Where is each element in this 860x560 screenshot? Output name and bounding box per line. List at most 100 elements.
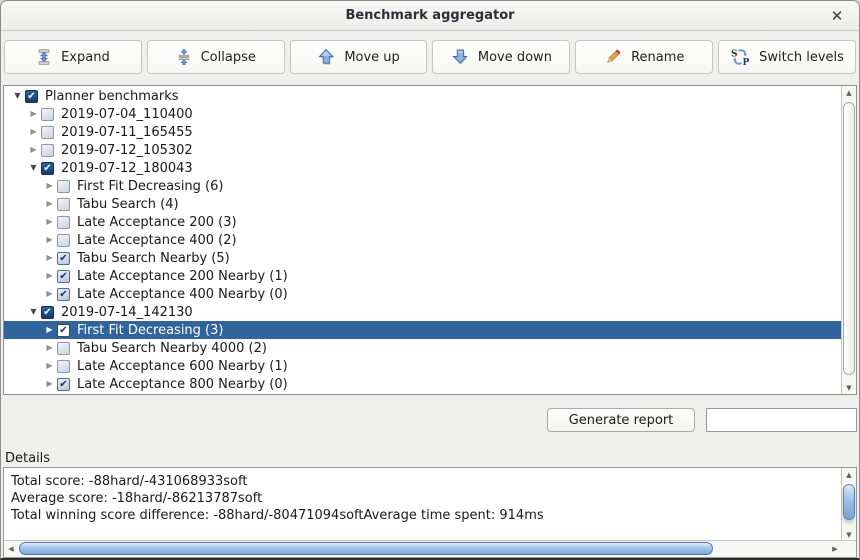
tree-label: Late Acceptance 600 Nearby (1) xyxy=(76,359,288,374)
expander-expanded-icon[interactable]: ▼ xyxy=(26,303,41,321)
tree-checkbox-checked[interactable]: ✔ xyxy=(57,288,70,301)
expander-collapsed-icon[interactable]: ▶ xyxy=(42,249,57,267)
details-hscroll-thumb[interactable] xyxy=(19,542,713,555)
details-vscroll-thumb[interactable] xyxy=(843,484,855,520)
tree-checkbox-unchecked[interactable] xyxy=(57,342,70,355)
tree-label: Late Acceptance 800 Nearby (0) xyxy=(76,377,288,392)
expander-collapsed-icon[interactable]: ▶ xyxy=(42,285,57,303)
tree-label: 2019-07-14_142130 xyxy=(60,305,193,320)
move-up-button-label: Move up xyxy=(344,50,400,65)
details-text: Total score: -88hard/-431068933soft Aver… xyxy=(11,473,834,524)
details-vertical-scrollbar[interactable]: ▲ ▼ xyxy=(841,468,856,541)
expander-collapsed-icon[interactable]: ▶ xyxy=(26,123,41,141)
details-pane: Total score: -88hard/-431068933soft Aver… xyxy=(3,467,857,558)
svg-text:P: P xyxy=(743,58,750,66)
tree-checkbox-unchecked[interactable] xyxy=(41,144,54,157)
tree-row[interactable]: ▶✔ Late Acceptance 200 Nearby (1) xyxy=(4,267,841,285)
tree-row[interactable]: ▶Late Acceptance 200 (3) xyxy=(4,213,841,231)
tree-vertical-scrollbar[interactable]: ▲ ▼ xyxy=(841,86,856,394)
expand-button-label: Expand xyxy=(61,50,110,65)
expander-collapsed-icon[interactable]: ▶ xyxy=(42,321,57,339)
tree-row[interactable]: ▶✔ Late Acceptance 800 Nearby (0) xyxy=(4,375,841,393)
tree-checkbox-checked[interactable]: ✔ xyxy=(57,270,70,283)
tree-checkbox-unchecked[interactable] xyxy=(41,108,54,121)
tree-row[interactable]: ▶✔ First Fit Decreasing (3) xyxy=(4,321,841,339)
switch-levels-button[interactable]: S P Switch levels xyxy=(718,40,856,74)
tree-checkbox-unchecked[interactable] xyxy=(57,216,70,229)
scroll-up-icon[interactable]: ▲ xyxy=(842,86,856,99)
tree-label: First Fit Decreasing (6) xyxy=(76,179,223,194)
rename-button-label: Rename xyxy=(631,50,684,65)
tree-label: Late Acceptance 200 Nearby (1) xyxy=(76,269,288,284)
window-title: Benchmark aggregator xyxy=(345,8,514,23)
tree-checkbox-mixed[interactable]: ✔ xyxy=(25,90,38,103)
tree-label: First Fit Decreasing (3) xyxy=(76,323,223,338)
tree-checkbox-unchecked[interactable] xyxy=(57,198,70,211)
tree-row[interactable]: ▶✔ Late Acceptance 400 Nearby (0) xyxy=(4,285,841,303)
expand-button[interactable]: Expand xyxy=(4,40,142,74)
expander-collapsed-icon[interactable]: ▶ xyxy=(42,339,57,357)
tree-row[interactable]: ▶ 2019-07-12_105302 xyxy=(4,141,841,159)
expander-collapsed-icon[interactable]: ▶ xyxy=(42,177,57,195)
tree-label: Late Acceptance 400 (2) xyxy=(76,233,237,248)
move-down-button-label: Move down xyxy=(478,50,552,65)
tree-row[interactable]: ▶ 2019-07-04_110400 xyxy=(4,105,841,123)
expander-collapsed-icon[interactable]: ▶ xyxy=(42,213,57,231)
scroll-left-icon[interactable]: ◀ xyxy=(4,541,18,557)
tree-checkbox-checked[interactable]: ✔ xyxy=(57,252,70,265)
report-name-field[interactable] xyxy=(706,408,857,432)
move-up-button[interactable]: Move up xyxy=(290,40,428,74)
expander-collapsed-icon[interactable]: ▶ xyxy=(42,195,57,213)
tree-label: 2019-07-04_110400 xyxy=(60,107,193,122)
tree-scrollbar-thumb[interactable] xyxy=(843,102,855,375)
details-line-average-score: Average score: -18hard/-86213787soft xyxy=(11,490,834,507)
benchmark-aggregator-window: Benchmark aggregator ✕ Expand Collapse xyxy=(0,0,860,560)
tree-row[interactable]: ▼✔ Planner benchmarks xyxy=(4,87,841,105)
move-down-button[interactable]: Move down xyxy=(432,40,570,74)
details-horizontal-scrollbar[interactable]: ◀ ▶ xyxy=(4,540,856,557)
expander-collapsed-icon[interactable]: ▶ xyxy=(26,105,41,123)
tree-label: 2019-07-12_105302 xyxy=(60,143,193,158)
tree-checkbox-mixed[interactable]: ✔ xyxy=(41,306,54,319)
details-line-total-score: Total score: -88hard/-431068933soft xyxy=(11,473,834,490)
tree-row[interactable]: ▶Tabu Search (4) xyxy=(4,195,841,213)
tree-checkbox-unchecked[interactable] xyxy=(41,126,54,139)
tree-checkbox-checked[interactable]: ✔ xyxy=(57,378,70,391)
tree-row[interactable]: ▼✔ 2019-07-14_142130 xyxy=(4,303,841,321)
expander-expanded-icon[interactable]: ▼ xyxy=(10,87,25,105)
tree-label: Tabu Search Nearby 4000 (2) xyxy=(76,341,267,356)
close-icon[interactable]: ✕ xyxy=(827,6,847,26)
tree-row[interactable]: ▶2019-07-11_165455 xyxy=(4,123,841,141)
generate-report-button[interactable]: Generate report xyxy=(547,408,695,432)
expand-icon xyxy=(36,49,52,65)
scroll-right-icon[interactable]: ▶ xyxy=(828,541,842,557)
tree-checkbox-unchecked[interactable] xyxy=(57,180,70,193)
expander-collapsed-icon[interactable]: ▶ xyxy=(26,141,41,159)
tree-checkbox-checked[interactable]: ✔ xyxy=(57,324,70,337)
tree-row[interactable]: ▼✔2019-07-12_180043 xyxy=(4,159,841,177)
tree-label: Tabu Search Nearby (5) xyxy=(76,251,230,266)
tree-row[interactable]: ▶ Tabu Search Nearby 4000 (2) xyxy=(4,339,841,357)
expander-collapsed-icon[interactable]: ▶ xyxy=(42,267,57,285)
rename-button[interactable]: Rename xyxy=(575,40,713,74)
expander-collapsed-icon[interactable]: ▶ xyxy=(42,231,57,249)
tree-row[interactable]: ▶ Late Acceptance 600 Nearby (1) xyxy=(4,357,841,375)
move-down-icon xyxy=(451,48,469,66)
switch-levels-icon: S P xyxy=(730,48,750,66)
expander-collapsed-icon[interactable]: ▶ xyxy=(42,375,57,393)
collapse-button-label: Collapse xyxy=(201,50,256,65)
tree-row[interactable]: ▶✔ Tabu Search Nearby (5) xyxy=(4,249,841,267)
benchmark-tree-pane: ▼✔Planner benchmarks▶2019-07-04_110400▶2… xyxy=(3,85,857,395)
tree-row[interactable]: ▶ First Fit Decreasing (6) xyxy=(4,177,841,195)
tree-label: Late Acceptance 400 Nearby (0) xyxy=(76,287,288,302)
tree-checkbox-unchecked[interactable] xyxy=(57,360,70,373)
tree-row[interactable]: ▶ Late Acceptance 400 (2) xyxy=(4,231,841,249)
expander-expanded-icon[interactable]: ▼ xyxy=(26,159,41,177)
expander-collapsed-icon[interactable]: ▶ xyxy=(42,357,57,375)
tree-label: Planner benchmarks xyxy=(44,89,179,104)
scroll-up-icon[interactable]: ▲ xyxy=(842,468,856,481)
tree-checkbox-unchecked[interactable] xyxy=(57,234,70,247)
tree-checkbox-mixed[interactable]: ✔ xyxy=(41,162,54,175)
scroll-down-icon[interactable]: ▼ xyxy=(842,381,856,394)
collapse-button[interactable]: Collapse xyxy=(147,40,285,74)
